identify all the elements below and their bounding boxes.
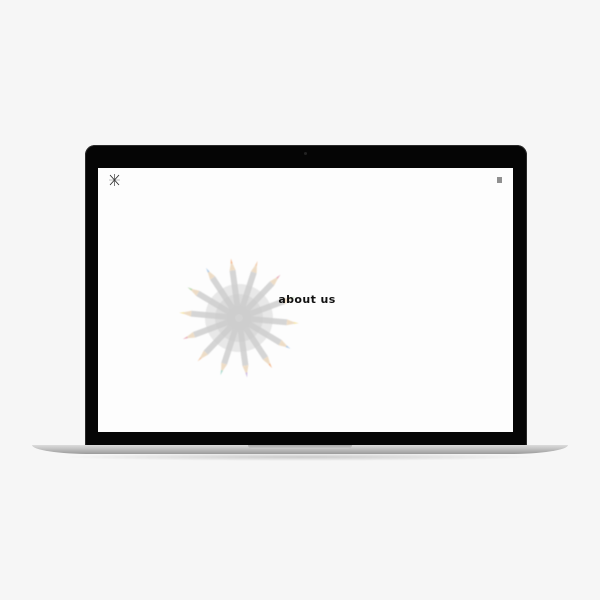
laptop-base (32, 445, 568, 454)
page-title: about us (278, 293, 336, 306)
device-mockup: about us (0, 0, 600, 600)
laptop-shadow (60, 453, 540, 461)
laptop-notch (248, 445, 352, 449)
crossed-pencils-logo-icon[interactable] (109, 174, 120, 186)
hamburger-menu-icon[interactable] (497, 177, 502, 183)
camera-dot (304, 152, 307, 155)
colored-pencils-in-cup-image (179, 258, 299, 378)
laptop-lid: about us (85, 145, 527, 446)
laptop-screen: about us (98, 168, 513, 432)
